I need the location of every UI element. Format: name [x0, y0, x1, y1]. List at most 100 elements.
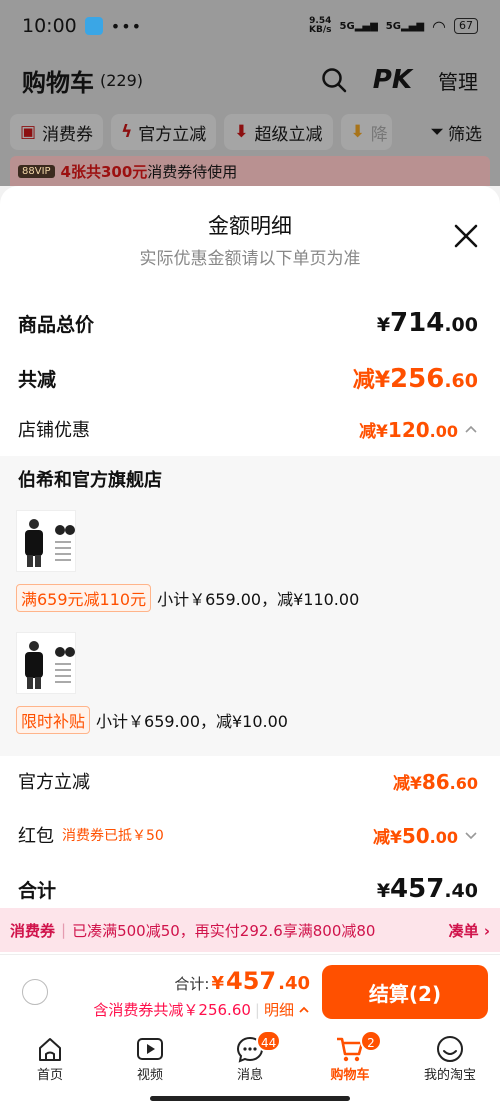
wifi-icon: ◠ [432, 16, 446, 36]
sum-integer: 457 [390, 874, 445, 904]
filter-chip-label: 降 [370, 124, 388, 145]
product-image[interactable] [16, 632, 76, 694]
filter-chip-label: 消费券 [42, 124, 94, 145]
checkout-discount-text: 含消费券共减￥256.60 [93, 1001, 251, 1019]
tab-cart[interactable]: 2 购物车 [300, 1028, 400, 1090]
filter-button[interactable]: ⏷ 筛选 [430, 120, 490, 145]
store-discount-prefix: 减¥ [359, 421, 388, 442]
cart-header: 购物车 (229) PK 管理 [0, 52, 500, 108]
amount-detail-sheet: 金额明细 实际优惠金额请以下单页为准 商品总价 ¥ 714 .00 共减 减¥ … [0, 186, 500, 954]
coupon-progress-bar[interactable]: 消费券 | 已凑满500减50，再实付292.6享满800减80 凑单 › [0, 908, 500, 952]
sum-label: 合计 [18, 879, 57, 902]
gather-order-button[interactable]: 凑单 › [449, 920, 490, 941]
hongbao-prefix: 减¥ [372, 827, 402, 848]
item-summary: 小计￥659.00，减¥110.00 [157, 590, 360, 609]
net-speed-unit: KB/s [309, 25, 332, 35]
manage-button[interactable]: 管理 [438, 66, 478, 95]
goods-total-row: 商品总价 ¥ 714 .00 [18, 308, 478, 338]
goods-total-currency: ¥ [376, 314, 391, 336]
product-image[interactable] [16, 510, 76, 572]
gather-order-label: 凑单 [448, 921, 479, 940]
deal-tag: 限时补贴 [16, 706, 91, 734]
select-all-checkbox[interactable] [22, 979, 48, 1005]
status-bar: 10:00 ••• 9.54 KB/s 5G▂▄▆ 5G▂▄▆ ◠ 67 [0, 0, 500, 52]
chevron-up-icon [299, 1006, 309, 1013]
chevron-right-icon: › [483, 921, 490, 940]
app-notification-icon [84, 17, 103, 35]
sum-decimal: .40 [444, 880, 478, 902]
filter-icon: ⏷ [430, 122, 444, 142]
bottom-tab-bar: 首页 视频 44 消息 2 购物车 我的淘宝 [0, 1028, 500, 1090]
goods-total-decimal: .00 [444, 314, 478, 336]
search-icon[interactable] [321, 67, 347, 93]
sheet-title: 金额明细 [208, 214, 292, 238]
tab-video[interactable]: 视频 [100, 1028, 200, 1090]
store-discount-decimal: .00 [429, 421, 458, 441]
net-speed: 9.54 KB/s [309, 17, 331, 35]
cart-count: (229) [100, 70, 144, 90]
store-discount-integer: 120 [387, 417, 430, 442]
official-reduce-integer: 86 [421, 769, 450, 794]
store-discount-detail: 伯希和官方旗舰店 满659元减110元 小计￥659.00，减¥110.00 限… [0, 456, 500, 756]
bolt-icon: ϟ [121, 122, 133, 142]
signal-icon: 5G▂▄▆ [339, 20, 378, 32]
tab-label: 首页 [36, 1068, 63, 1083]
vip-text: 消费券待使用 [147, 162, 238, 181]
filter-row: ▣ 消费券 ϟ 官方立减 ⬇ 超级立减 ⬇ 降 ⏷ 筛选 [0, 108, 500, 156]
vip-banner[interactable]: 88VIP 4张共300元 消费券待使用 [0, 156, 500, 186]
checkout-discount[interactable]: 含消费券共减￥256.60 | 明细 [93, 999, 310, 1020]
checkout-button[interactable]: 结算(2) [322, 965, 488, 1019]
coupon-text: 已凑满500减50，再实付292.6享满800减80 [72, 921, 376, 940]
chevron-down-icon [465, 832, 477, 840]
more-notifications-icon: ••• [110, 16, 143, 36]
vip-highlight: 4张共300元 [60, 162, 148, 181]
video-icon [137, 1038, 163, 1060]
tab-profile[interactable]: 我的淘宝 [400, 1028, 500, 1090]
status-time: 10:00 [22, 15, 77, 37]
filter-chip-price-drop[interactable]: ⬇ 降 [340, 114, 392, 150]
hongbao-note: 消费券已抵￥50 [62, 828, 164, 844]
total-reduce-prefix: 减¥ [352, 368, 391, 393]
total-reduce-integer: 256 [390, 364, 445, 394]
filter-chip-official[interactable]: ϟ 官方立减 [111, 114, 217, 150]
close-icon[interactable] [452, 222, 480, 250]
filter-chip-coupon[interactable]: ▣ 消费券 [10, 114, 104, 150]
checkout-bar: 合计: ¥ 457 .40 含消费券共减￥256.60 | 明细 结算(2) [0, 954, 500, 1028]
filter-chip-label: 超级立减 [254, 124, 323, 145]
coupon-tag: 消费券 [10, 921, 56, 940]
official-reduce-row: 官方立减 减¥ 86 .60 [18, 768, 478, 794]
home-icon [39, 1038, 61, 1061]
deal-tag: 满659元减110元 [16, 584, 152, 612]
hongbao-row[interactable]: 红包 消费券已抵￥50 减¥ 50 .00 [18, 822, 478, 848]
arrow-down-icon: ⬇ [234, 122, 249, 142]
checkout-integer: 457 [226, 967, 277, 995]
tab-label: 我的淘宝 [423, 1068, 476, 1083]
tab-messages[interactable]: 44 消息 [200, 1028, 300, 1090]
sheet-subtitle: 实际优惠金额请以下单页为准 [139, 249, 361, 269]
filter-button-label: 筛选 [448, 124, 482, 145]
checkout-total: 合计: ¥ 457 .40 [174, 967, 310, 995]
pk-button[interactable]: PK [373, 65, 412, 95]
tab-home[interactable]: 首页 [0, 1028, 100, 1090]
signal-icon-2: 5G▂▄▆ [385, 20, 425, 32]
hongbao-decimal: .00 [429, 827, 458, 847]
filter-chip-label: 官方立减 [138, 124, 207, 145]
total-reduce-row: 共减 减¥ 256 .60 [18, 362, 478, 394]
detail-label: 明细 [263, 1001, 294, 1019]
home-indicator[interactable] [150, 1096, 350, 1101]
store-discount-row[interactable]: 店铺优惠 减¥ 120 .00 [18, 416, 478, 442]
vip-badge: 88VIP [18, 164, 55, 178]
store-name: 伯希和官方旗舰店 [18, 470, 162, 491]
coupon-icon: ▣ [20, 122, 37, 142]
item-summary: 小计￥659.00，减¥10.00 [96, 712, 288, 731]
official-reduce-prefix: 减¥ [392, 773, 422, 794]
list-item: 满659元减110元 小计￥659.00，减¥110.00 [16, 584, 359, 612]
status-indicators: 9.54 KB/s 5G▂▄▆ 5G▂▄▆ ◠ 67 [309, 17, 478, 36]
tab-label: 购物车 [330, 1068, 370, 1083]
goods-total-integer: 714 [390, 308, 445, 338]
total-reduce-decimal: .60 [444, 370, 478, 392]
filter-chip-super[interactable]: ⬇ 超级立减 [224, 114, 333, 150]
cart-badge: 2 [360, 1030, 382, 1052]
sum-currency: ¥ [376, 880, 391, 902]
sum-row: 合计 ¥ 457 .40 [18, 874, 478, 904]
